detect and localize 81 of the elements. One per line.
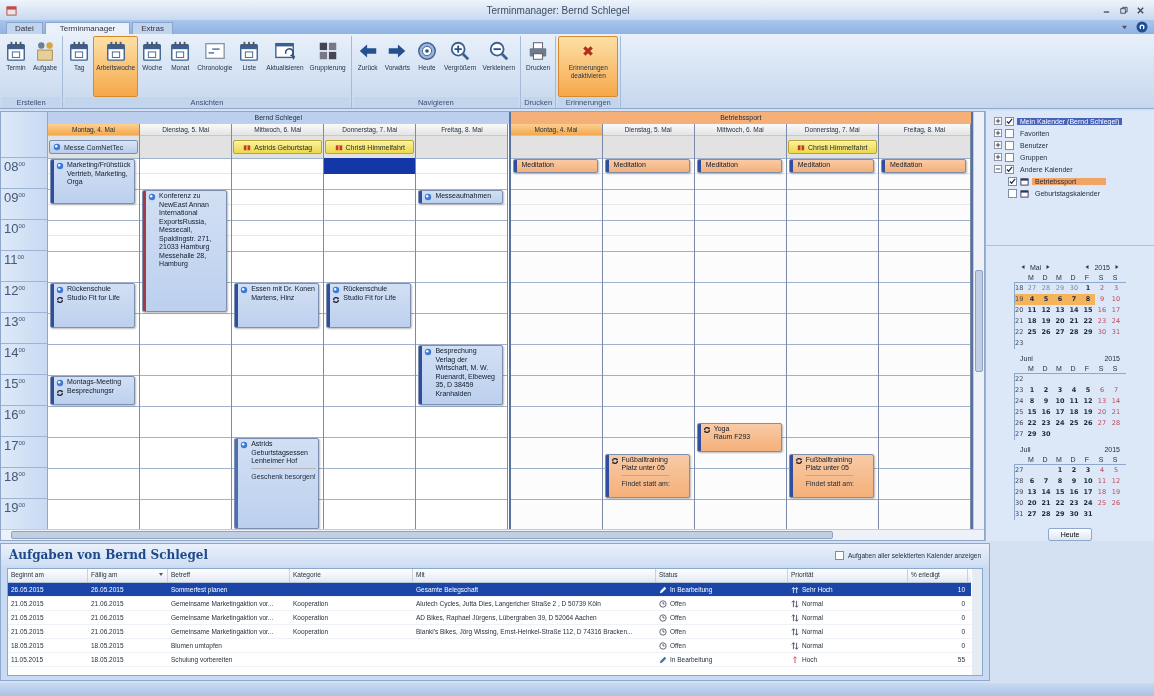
ribbon-tab[interactable]: Terminmanager [44,22,131,34]
hour-label: 10$^{00}$ [1,219,47,250]
restore-icon [1119,5,1128,15]
checkbox[interactable] [1005,164,1014,174]
previous-icon[interactable] [1020,264,1026,270]
clock-icon [659,613,667,622]
event-icon [424,193,433,201]
pencil-icon [659,655,667,664]
app-icon [6,4,17,16]
checkbox[interactable] [1005,128,1014,138]
horizontal-scrollbar[interactable] [1,529,984,540]
expander-icon[interactable] [994,129,1002,137]
pencil-icon [659,585,667,594]
clock-icon [659,599,667,608]
up-down-arrows-icon [791,627,799,636]
event-icon [148,193,157,201]
gift-icon [797,143,806,151]
clock-icon [659,641,667,650]
help-icon[interactable] [1136,21,1148,33]
window-title: Terminmanager: Bernd Schlegel [485,4,631,16]
zoom-out-icon [487,40,510,62]
hour-label: 09$^{00}$ [1,188,47,219]
expander-icon[interactable] [994,117,1002,125]
hour-label: 14$^{00}$ [1,343,47,374]
close-icon [1136,5,1145,15]
checkbox[interactable] [835,550,844,560]
calendar-icon [169,40,192,62]
event-icon [56,162,64,170]
double-arrow-up-icon [791,585,799,594]
hour-label: 15$^{00}$ [1,374,47,405]
scrollbar-thumb[interactable] [975,269,983,372]
caret-icon[interactable] [1121,24,1128,31]
vertical-scrollbar[interactable] [973,112,984,529]
event-icon [56,286,64,294]
calendar-icon [5,40,27,62]
calendar-icon [141,40,164,62]
event-icon [332,286,341,294]
checkbox[interactable] [1008,188,1017,198]
checkbox[interactable] [1008,176,1017,186]
ribbon-tab[interactable]: Datei [6,22,43,34]
target-icon [415,40,438,62]
hour-label: 11$^{00}$ [1,250,47,281]
calendar-icon [68,40,91,62]
up-down-arrows-icon [791,613,799,622]
calendar-icon [104,40,127,62]
sort-icon [158,571,164,577]
clock-icon [659,627,667,636]
checkbox[interactable] [1005,152,1014,162]
calendar-icon [238,40,261,62]
checkbox[interactable] [1005,140,1014,150]
calendar-icon [1020,188,1029,198]
next-icon[interactable] [1045,264,1052,270]
panel-title: Aufgaben von Bernd Schlegel [9,548,209,562]
next-icon[interactable] [1114,264,1120,270]
expander-icon[interactable] [994,141,1002,149]
expander-icon[interactable] [994,165,1002,173]
hour-label: 18$^{00}$ [1,467,47,498]
event-icon [424,348,433,356]
event-icon [240,441,249,449]
checkbox[interactable] [1005,116,1014,126]
gift-icon [334,143,343,151]
up-down-arrows-icon [791,599,799,608]
gift-icon [243,143,252,151]
up-down-arrows-icon [791,641,799,650]
timeline-icon [203,40,226,62]
zoom-in-icon [449,40,472,62]
event-icon [56,379,64,387]
event-icon [53,143,61,151]
expander-icon[interactable] [994,153,1002,161]
scrollbar-thumb[interactable] [11,531,833,539]
hour-label: 12$^{00}$ [1,281,47,312]
hour-label: 17$^{00}$ [1,436,47,467]
calendar-icon [1020,176,1029,186]
hour-label: 13$^{00}$ [1,312,47,343]
arrow-up-icon [791,655,799,664]
ribbon-tab[interactable]: Extras [132,22,173,34]
event-icon [240,286,249,294]
hour-label: 16$^{00}$ [1,405,47,436]
previous-icon[interactable] [1084,264,1091,270]
window-refresh-icon [273,40,296,62]
hour-label: 08$^{00}$ [1,157,47,188]
